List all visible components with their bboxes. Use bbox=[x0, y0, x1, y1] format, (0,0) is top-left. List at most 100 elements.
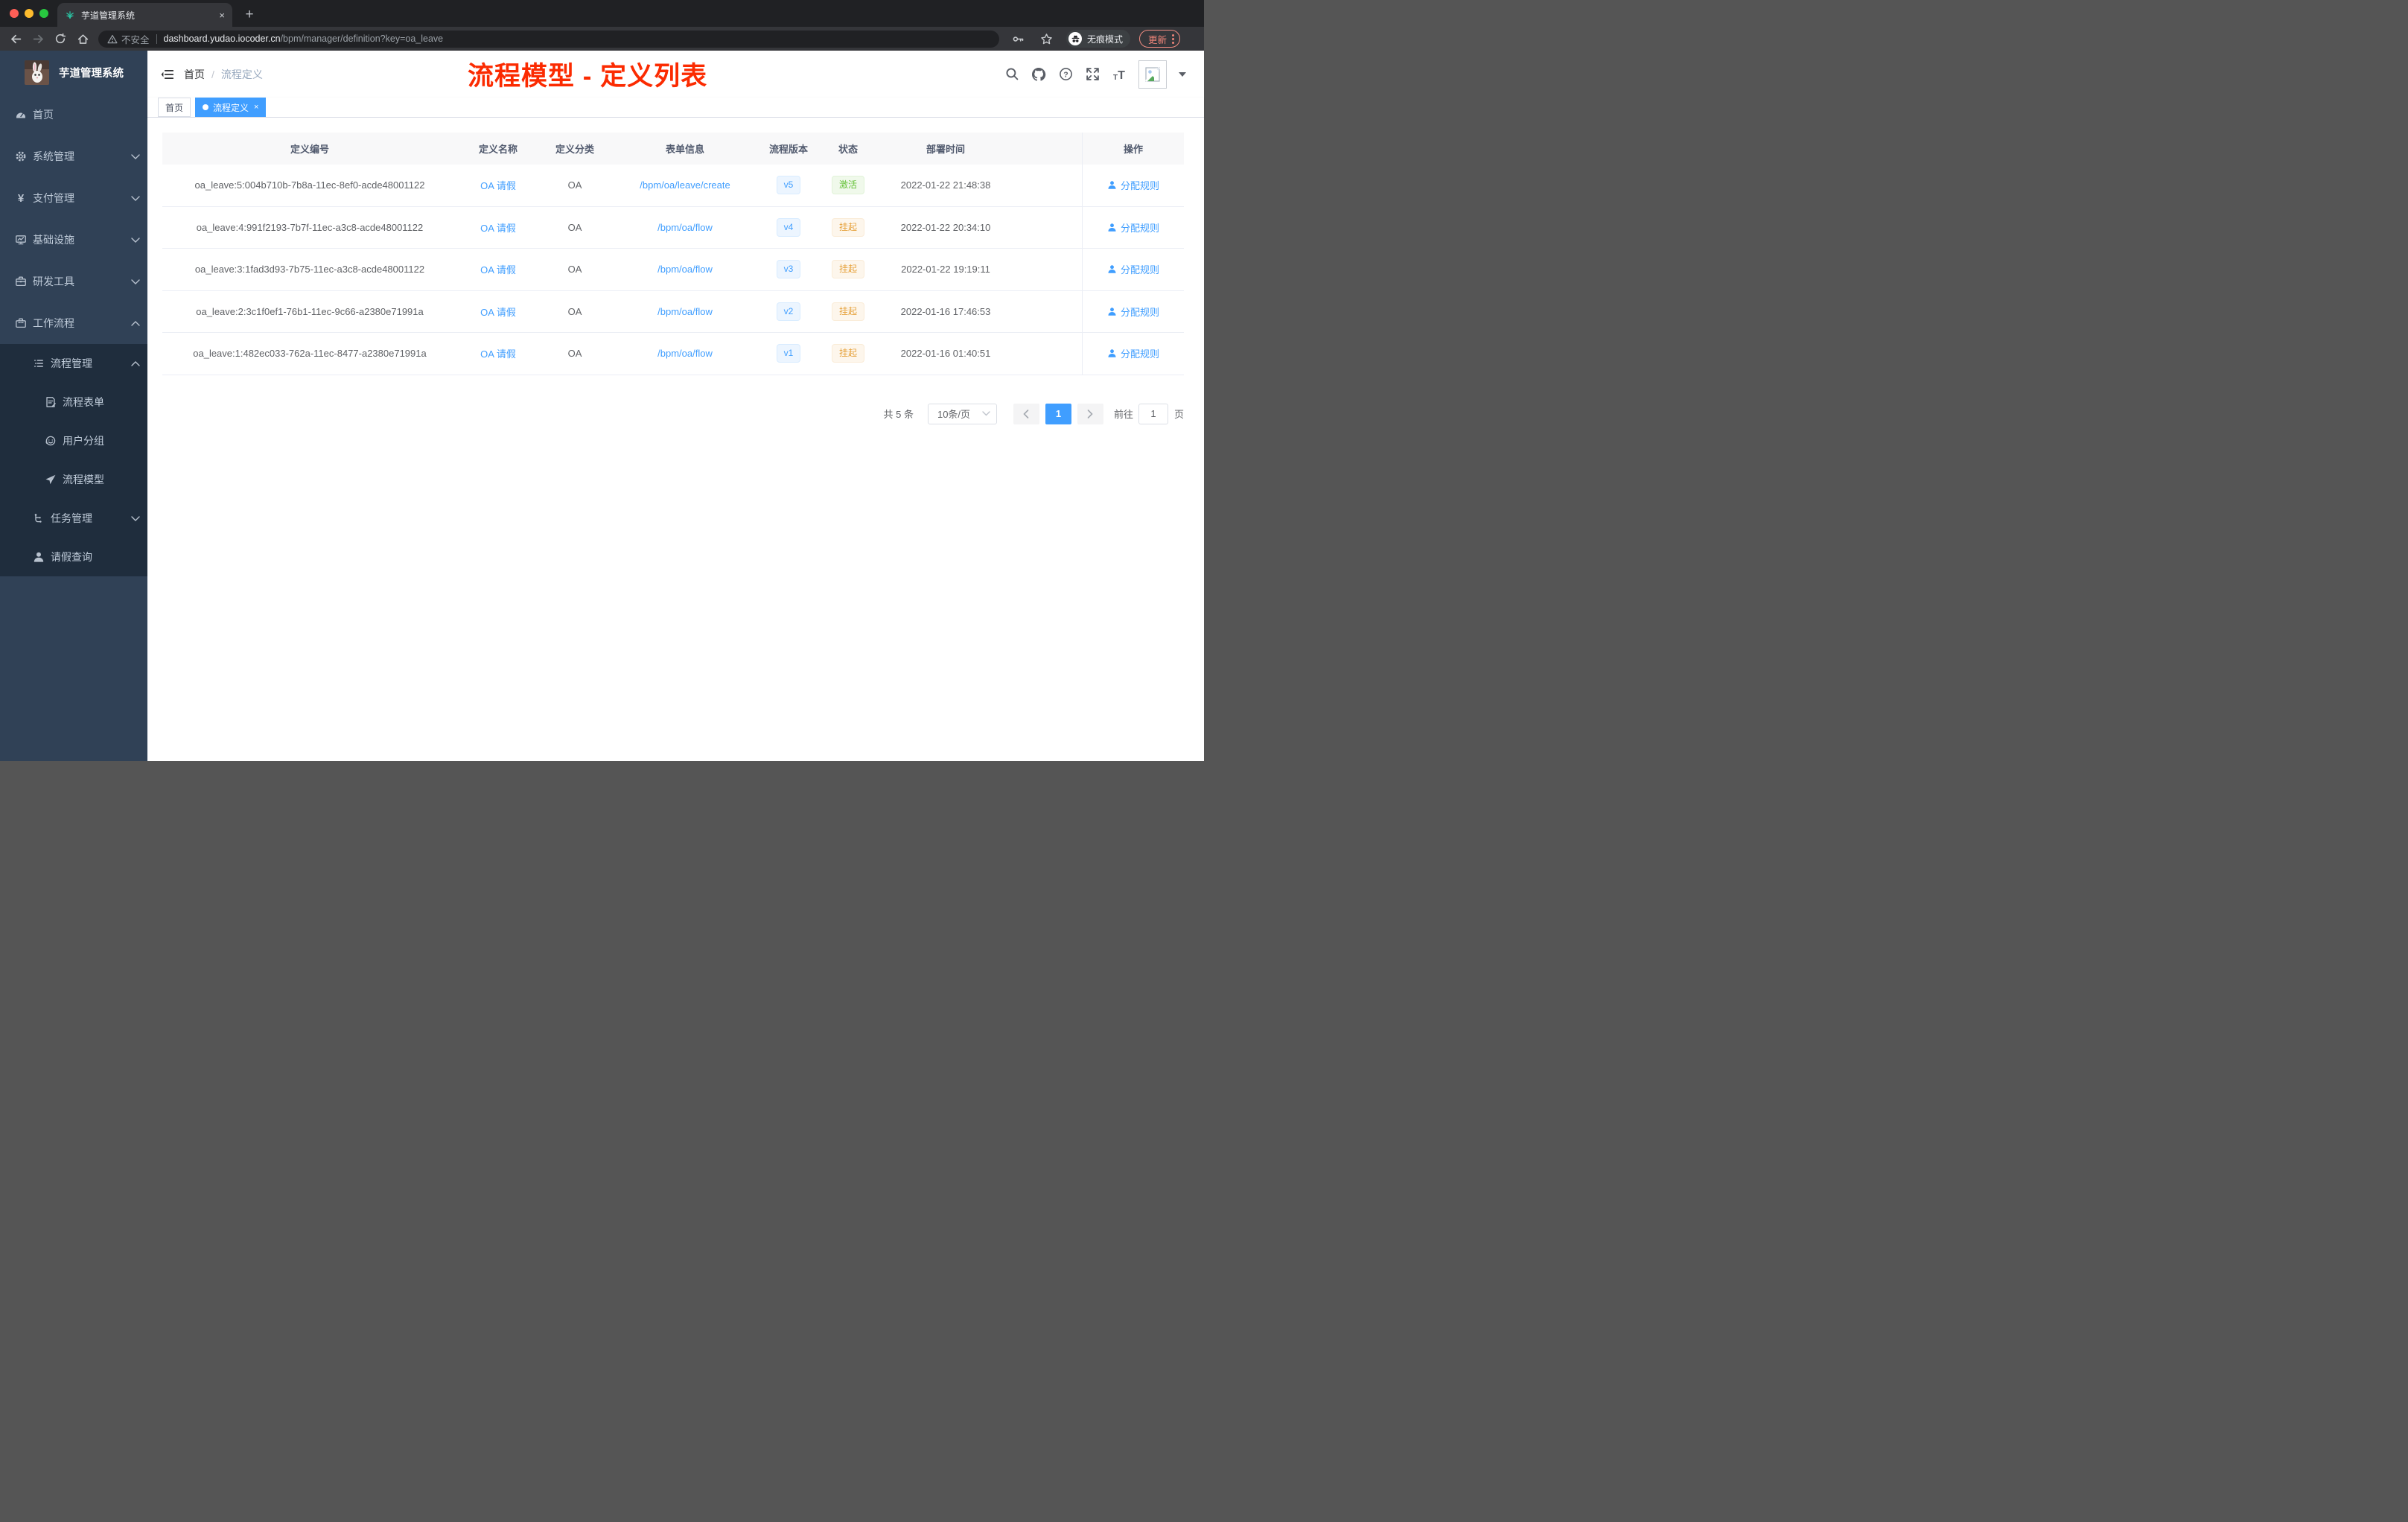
sidebar-item-workflow[interactable]: 工作流程 bbox=[0, 302, 147, 344]
search-icon[interactable] bbox=[1004, 67, 1019, 82]
form-link[interactable]: /bpm/oa/flow bbox=[657, 306, 713, 317]
sidebar-item-infra[interactable]: 基础设施 bbox=[0, 219, 147, 261]
page-size-value: 10条/页 bbox=[937, 409, 971, 420]
user-icon bbox=[1107, 348, 1117, 358]
sidebar-item-user-group[interactable]: 用户分组 bbox=[0, 421, 147, 460]
browser-tabstrip: 芋道管理系统 × + bbox=[0, 0, 1204, 27]
forward-icon[interactable] bbox=[27, 29, 49, 48]
browser-menu-icon[interactable] bbox=[1172, 34, 1175, 44]
sidebar-item-label: 研发工具 bbox=[33, 276, 74, 287]
form-link[interactable]: /bpm/oa/leave/create bbox=[640, 179, 730, 191]
active-dot bbox=[203, 104, 209, 110]
avatar[interactable] bbox=[1138, 60, 1167, 89]
assign-rule-label: 分配规则 bbox=[1120, 180, 1159, 192]
definition-name-link[interactable]: OA 请假 bbox=[480, 346, 516, 360]
sidebar-item-process-model[interactable]: 流程模型 bbox=[0, 460, 147, 499]
column-header: 流程版本 bbox=[768, 144, 808, 155]
fullscreen-icon[interactable] bbox=[1085, 67, 1100, 82]
sidebar-item-label: 首页 bbox=[33, 109, 54, 121]
update-button[interactable]: 更新 bbox=[1139, 30, 1181, 48]
back-icon[interactable] bbox=[4, 29, 27, 48]
sidebar-item-process-form[interactable]: 流程表单 bbox=[0, 383, 147, 421]
url-host: dashboard.yudao.iocoder.cn bbox=[163, 34, 281, 44]
tag-home[interactable]: 首页 bbox=[158, 98, 191, 117]
goto-page-input[interactable] bbox=[1138, 403, 1168, 424]
definition-id: oa_leave:3:1fad3d93-7b75-11ec-a3c8-acde4… bbox=[194, 264, 425, 276]
chevron-down-icon bbox=[130, 150, 141, 162]
app-header: 首页 / 流程定义 ? TT bbox=[147, 51, 1204, 98]
chevron-down-icon bbox=[130, 192, 141, 204]
definition-category: OA bbox=[567, 348, 582, 360]
form-link[interactable]: /bpm/oa/flow bbox=[657, 264, 713, 275]
assign-rule-link[interactable]: 分配规则 bbox=[1107, 305, 1159, 319]
sidebar-logo[interactable]: 芋道管理系统 bbox=[0, 51, 147, 94]
definition-name-link[interactable]: OA 请假 bbox=[480, 220, 516, 235]
face-icon bbox=[45, 435, 57, 447]
column-header: 表单信息 bbox=[665, 144, 704, 155]
assign-rule-link[interactable]: 分配规则 bbox=[1107, 346, 1159, 360]
table-row: oa_leave:2:3c1f0ef1-76b1-11ec-9c66-a2380… bbox=[162, 290, 1184, 333]
briefcase-icon bbox=[15, 317, 27, 329]
window-maximize-button[interactable] bbox=[39, 9, 48, 18]
sidebar-item-payment[interactable]: ¥ 支付管理 bbox=[0, 177, 147, 219]
sidebar-item-devtools[interactable]: 研发工具 bbox=[0, 261, 147, 302]
sidebar-item-system[interactable]: 系统管理 bbox=[0, 136, 147, 177]
prev-page-button[interactable] bbox=[1013, 403, 1039, 424]
url-bar[interactable]: 不安全 dashboard.yudao.iocoder.cn/bpm/manag… bbox=[98, 30, 999, 48]
sidebar-item-leave-query[interactable]: 请假查询 bbox=[0, 538, 147, 576]
definition-table: 定义编号 定义名称 定义分类 表单信息 流程版本 状态 部署时间 操作 oa_l… bbox=[162, 133, 1184, 375]
definition-id: oa_leave:4:991f2193-7b7f-11ec-a3c8-acde4… bbox=[196, 221, 424, 233]
definition-category: OA bbox=[567, 221, 582, 233]
form-link[interactable]: /bpm/oa/flow bbox=[657, 222, 713, 233]
logo-image bbox=[25, 60, 49, 85]
definition-name-link[interactable]: OA 请假 bbox=[480, 305, 516, 319]
tag-close-icon[interactable]: × bbox=[254, 103, 258, 112]
font-size-icon[interactable]: TT bbox=[1112, 67, 1127, 82]
new-tab-button[interactable]: + bbox=[240, 5, 259, 25]
column-spacer bbox=[1013, 133, 1082, 165]
next-page-button[interactable] bbox=[1077, 403, 1103, 424]
help-icon[interactable]: ? bbox=[1058, 67, 1073, 82]
current-page-button[interactable]: 1 bbox=[1045, 403, 1071, 424]
definition-name-link[interactable]: OA 请假 bbox=[480, 262, 516, 276]
window-minimize-button[interactable] bbox=[25, 9, 34, 18]
version-badge: v2 bbox=[776, 302, 801, 321]
tab-close-icon[interactable]: × bbox=[219, 10, 225, 21]
deploy-time: 2022-01-22 19:19:11 bbox=[901, 264, 990, 276]
avatar-dropdown-icon[interactable] bbox=[1179, 71, 1186, 77]
sidebar-item-home[interactable]: 首页 bbox=[0, 94, 147, 136]
sidebar-item-process-manage[interactable]: 流程管理 bbox=[0, 344, 147, 383]
home-icon[interactable] bbox=[71, 29, 94, 48]
browser-tab[interactable]: 芋道管理系统 × bbox=[57, 3, 232, 27]
sidebar-item-label: 任务管理 bbox=[51, 512, 92, 524]
sidebar-item-label: 系统管理 bbox=[33, 150, 74, 162]
window-close-button[interactable] bbox=[10, 9, 19, 18]
bookmark-star-icon[interactable] bbox=[1035, 29, 1057, 48]
user-icon bbox=[1107, 180, 1117, 190]
security-warning-icon bbox=[107, 34, 118, 44]
assign-rule-link[interactable]: 分配规则 bbox=[1107, 178, 1159, 192]
sidebar-item-label: 流程模型 bbox=[63, 474, 104, 485]
github-icon[interactable] bbox=[1031, 67, 1046, 82]
chevron-down-icon bbox=[982, 411, 990, 416]
table-header-row: 定义编号 定义名称 定义分类 表单信息 流程版本 状态 部署时间 操作 bbox=[162, 133, 1184, 165]
sidebar-item-label: 流程表单 bbox=[63, 396, 104, 408]
browser-toolbar: 不安全 dashboard.yudao.iocoder.cn/bpm/manag… bbox=[0, 27, 1204, 51]
column-header: 定义分类 bbox=[555, 144, 594, 155]
page-size-select[interactable]: 10条/页 bbox=[927, 403, 997, 424]
table-body: oa_leave:5:004b710b-7b8a-11ec-8ef0-acde4… bbox=[162, 165, 1184, 375]
assign-rule-link[interactable]: 分配规则 bbox=[1107, 262, 1159, 276]
breadcrumb-separator: / bbox=[211, 68, 214, 80]
assign-rule-link[interactable]: 分配规则 bbox=[1107, 220, 1159, 235]
tag-process-definition[interactable]: 流程定义 × bbox=[195, 98, 267, 117]
form-link[interactable]: /bpm/oa/flow bbox=[657, 348, 713, 359]
key-icon[interactable] bbox=[1007, 29, 1029, 48]
app-title: 芋道管理系统 bbox=[59, 67, 124, 80]
reload-icon[interactable] bbox=[49, 29, 71, 48]
update-label: 更新 bbox=[1148, 34, 1168, 45]
breadcrumb-home[interactable]: 首页 bbox=[184, 67, 205, 82]
assign-rule-label: 分配规则 bbox=[1120, 348, 1159, 360]
sidebar-item-task-manage[interactable]: 任务管理 bbox=[0, 499, 147, 538]
definition-name-link[interactable]: OA 请假 bbox=[480, 178, 516, 192]
sidebar-fold-icon[interactable] bbox=[154, 61, 181, 88]
